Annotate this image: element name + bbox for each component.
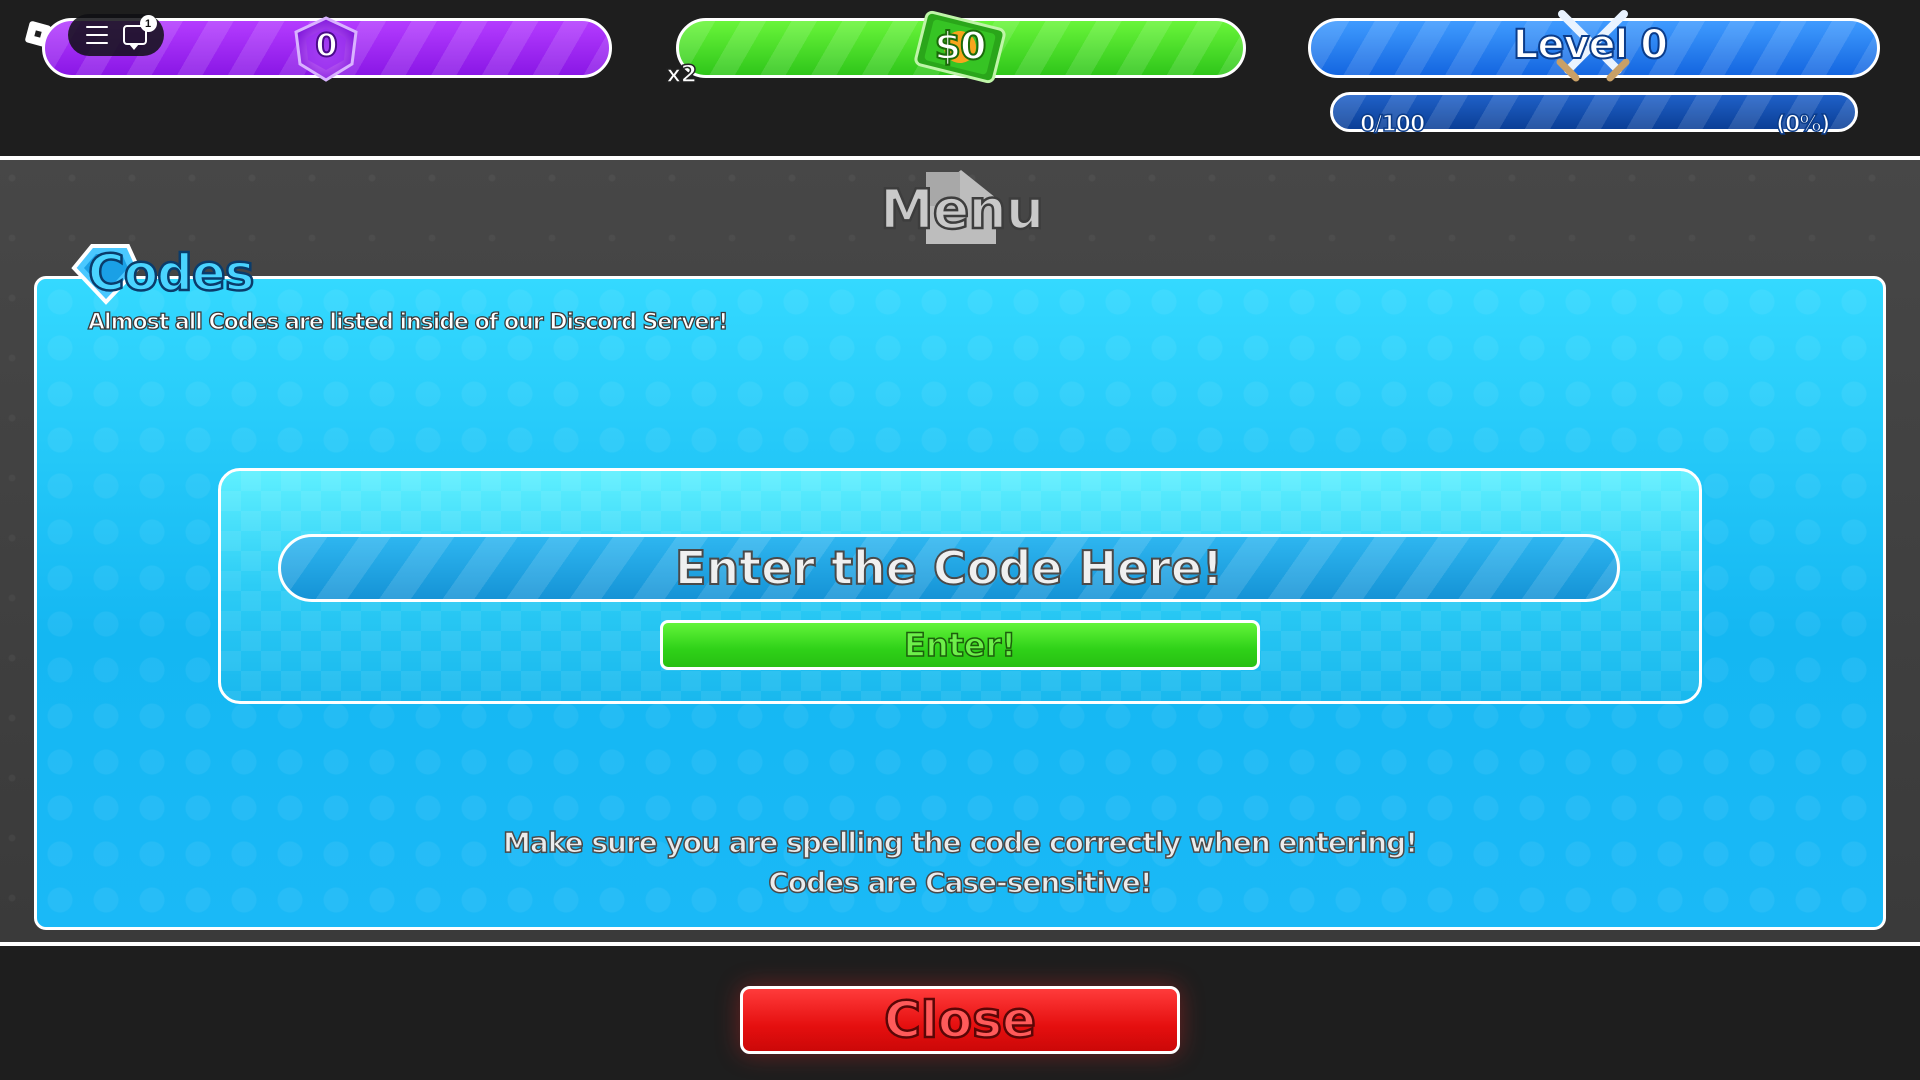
chat-icon[interactable]: 1: [122, 15, 157, 50]
close-button-label: Close: [883, 990, 1037, 1051]
codes-header: Codes: [68, 240, 268, 310]
gems-value: 0: [314, 25, 338, 65]
cash-multiplier: x2: [665, 59, 698, 89]
cash-value: $0: [934, 23, 988, 69]
level-label: Level 0: [1512, 21, 1669, 69]
xp-text: 0/100: [1359, 111, 1426, 138]
codes-warning-case: Codes are Case-sensitive!: [768, 865, 1154, 900]
codes-warning-spelling: Make sure you are spelling the code corr…: [502, 825, 1418, 860]
code-input[interactable]: [278, 534, 1620, 602]
hamburger-menu-icon[interactable]: [85, 26, 108, 44]
topbar-pill: 1: [68, 14, 164, 56]
menu-header: Menu: [879, 162, 1046, 252]
xp-percent: (0%): [1775, 111, 1831, 138]
chat-badge: 1: [139, 15, 157, 32]
menu-title: Menu: [879, 177, 1046, 243]
enter-button[interactable]: Enter!: [660, 620, 1260, 670]
codes-subtitle: Almost all Codes are listed inside of ou…: [87, 309, 729, 335]
enter-button-label: Enter!: [903, 625, 1017, 665]
close-button[interactable]: Close: [740, 986, 1180, 1054]
codes-title: Codes: [87, 243, 256, 304]
